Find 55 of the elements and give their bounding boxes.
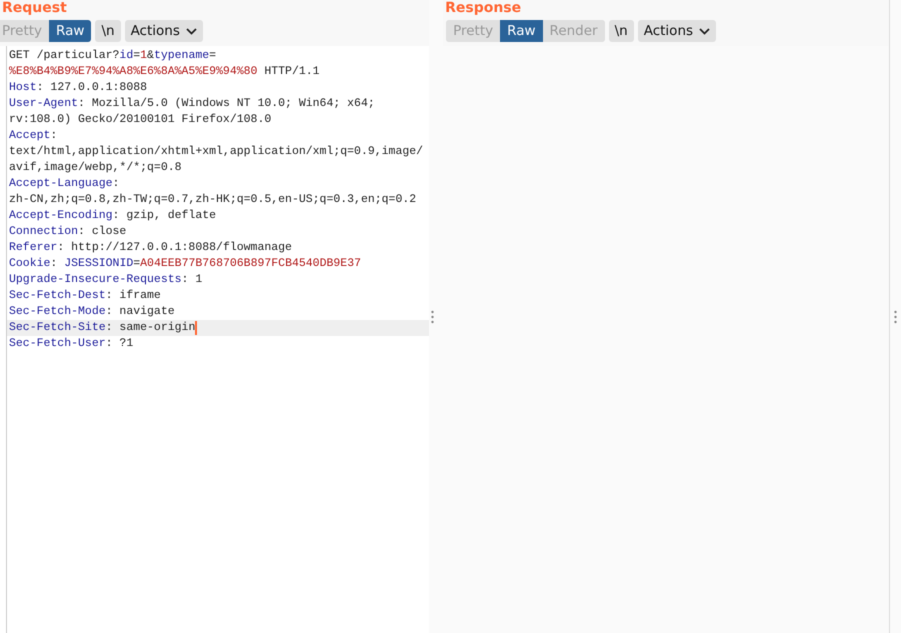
- chevron-down-icon: [699, 28, 710, 34]
- code-text: rv:108.0) Gecko/20100101 Firefox/108.0: [9, 112, 272, 128]
- code-text: id: [119, 48, 134, 64]
- code-text: JSESSIONID: [64, 256, 134, 272]
- code-text: text/html,application/xhtml+xml,application/xml;q=0.9,image/: [9, 144, 424, 160]
- code-text: : 127.0.0.1:8088: [36, 80, 148, 96]
- code-text: =: [133, 256, 140, 272]
- code-text: typename: [154, 48, 210, 64]
- code-text: =: [209, 48, 216, 64]
- code-text: Sec-Fetch-Mode: [9, 304, 106, 320]
- code-text: Cookie: [9, 256, 50, 272]
- code-text: : close: [78, 224, 126, 240]
- code-text: : Mozilla/5.0 (Windows NT 10.0; Win64; x64;: [78, 96, 375, 112]
- code-text: avif,image/webp,*/*;q=0.8: [9, 160, 182, 176]
- code-text: Accept-Language: [9, 176, 113, 192]
- view-mode-tab[interactable]: Raw: [49, 20, 92, 42]
- code-text: Connection: [9, 224, 78, 240]
- code-text: Sec-Fetch-Site: [9, 320, 106, 336]
- actions-button[interactable]: Actions: [638, 20, 716, 42]
- code-text: %E8%B4%B9%E7%94%A8%E6%8A%A5%E9%94%80: [9, 64, 258, 80]
- code-text: A04EEB77B768706B897FCB4540DB9E37: [140, 256, 361, 272]
- code-text: zh-CN,zh;q=0.8,zh-TW;q=0.7,zh-HK;q=0.5,en-US;q=0.3,en;q=0.2: [9, 192, 416, 208]
- code-text: Sec-Fetch-Dest: [9, 288, 106, 304]
- chevron-down-icon: [186, 28, 197, 34]
- code-text: User-Agent: [9, 96, 78, 112]
- newline-button[interactable]: \n: [608, 20, 634, 42]
- code-text: Accept: [9, 128, 50, 144]
- code-text: :: [50, 128, 58, 144]
- panel-title: Response: [445, 0, 522, 17]
- code-text: : same-origin: [106, 320, 196, 336]
- code-text: : iframe: [106, 288, 161, 304]
- code-text: :: [50, 256, 58, 272]
- code-text: : gzip, deflate: [112, 208, 216, 224]
- code-text: : http://127.0.0.1:8088/flowmanage: [57, 240, 292, 256]
- code-text: : 1: [182, 272, 202, 288]
- code-text: : navigate: [106, 304, 175, 320]
- code-text: =: [133, 48, 140, 64]
- text-cursor: [195, 321, 198, 335]
- newline-button[interactable]: \n: [95, 20, 121, 42]
- code-text: : ?1: [106, 336, 134, 352]
- panel-title: Request: [2, 0, 68, 17]
- code-text: Host: [9, 80, 37, 96]
- resize-handle-icon[interactable]: [431, 310, 434, 324]
- view-mode-tab[interactable]: Raw: [500, 20, 543, 42]
- code-text: Upgrade-Insecure-Requests: [9, 272, 182, 288]
- code-text: HTTP/1.1: [263, 64, 320, 80]
- code-text: Sec-Fetch-User: [9, 336, 106, 352]
- code-text: &: [147, 48, 154, 64]
- code-text: Accept-Encoding: [9, 208, 113, 224]
- code-text: GET /particular?: [9, 48, 120, 64]
- code-text: :: [112, 176, 120, 192]
- code-text: Referer: [9, 240, 58, 256]
- resize-handle-icon[interactable]: [894, 310, 898, 324]
- code-text: 1: [140, 48, 148, 64]
- actions-button[interactable]: Actions: [124, 20, 203, 42]
